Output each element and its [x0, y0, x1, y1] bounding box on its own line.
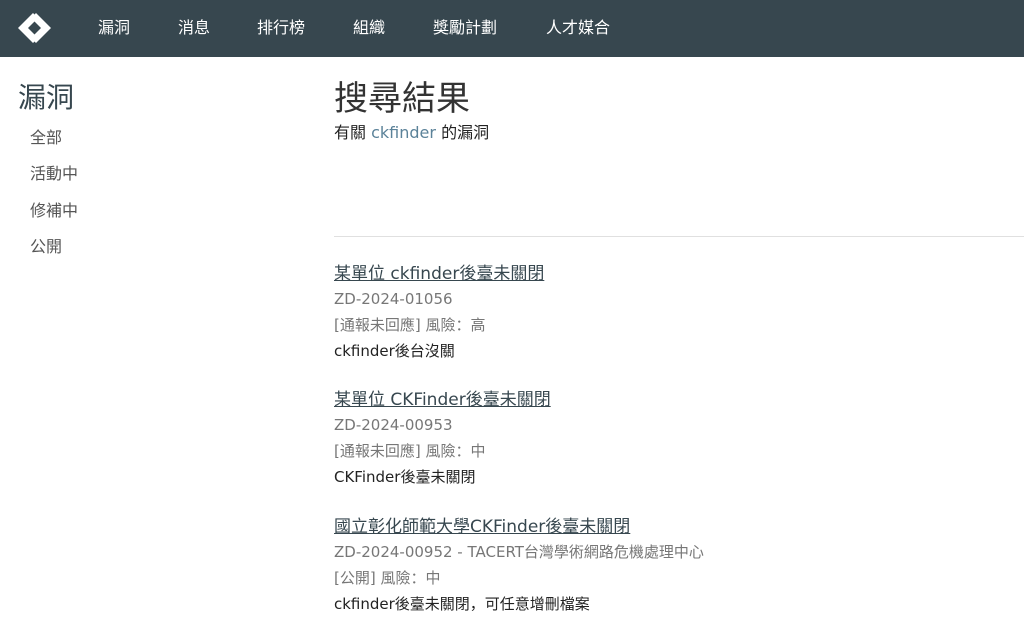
search-keyword: ckfinder: [371, 123, 436, 142]
subtitle-prefix: 有關: [334, 123, 367, 142]
sidebar-link-all[interactable]: 全部: [30, 127, 62, 149]
sidebar-title: 漏洞: [18, 81, 75, 114]
subtitle-suffix: 的漏洞: [441, 123, 490, 142]
result-description: ckfinder後台沒關: [334, 342, 455, 360]
result-id: ZD-2024-00952 - TACERT台灣學術網路危機處理中心: [334, 543, 704, 561]
result-id: ZD-2024-01056: [334, 290, 453, 308]
result-description: ckfinder後臺未關閉，可任意增刪檔案: [334, 595, 590, 613]
sidebar-link-active[interactable]: 活動中: [30, 163, 78, 185]
search-subtitle: 有關 ckfinder 的漏洞: [334, 122, 489, 144]
result-item: 某單位 CKFinder後臺未關閉 ZD-2024-00953 [通報未回應] …: [334, 389, 1014, 487]
result-description: CKFinder後臺未關閉: [334, 468, 476, 486]
nav-item-vulnerabilities[interactable]: 漏洞: [98, 0, 130, 57]
diamond-arrow-logo-icon[interactable]: [15, 6, 59, 50]
result-status: [通報未回應] 風險：高: [334, 316, 486, 334]
result-item: 某單位 ckfinder後臺未關閉 ZD-2024-01056 [通報未回應] …: [334, 263, 1014, 361]
sidebar-link-public[interactable]: 公開: [30, 236, 62, 258]
page-title: 搜尋結果: [334, 79, 470, 119]
nav-item-talent-matching[interactable]: 人才媒合: [546, 0, 610, 57]
top-navbar: 漏洞 消息 排行榜 組織 獎勵計劃 人才媒合: [0, 0, 1024, 57]
nav-item-bounty-program[interactable]: 獎勵計劃: [433, 0, 497, 57]
result-id: ZD-2024-00953: [334, 416, 453, 434]
result-status: [通報未回應] 風險：中: [334, 442, 486, 460]
result-item: 國立彰化師範大學CKFinder後臺未關閉 ZD-2024-00952 - TA…: [334, 516, 1014, 614]
result-title-link[interactable]: 某單位 ckfinder後臺未關閉: [334, 263, 1014, 285]
result-status: [公開] 風險：中: [334, 569, 441, 587]
result-title-link[interactable]: 某單位 CKFinder後臺未關閉: [334, 389, 1014, 411]
nav-item-news[interactable]: 消息: [178, 0, 210, 57]
nav-item-leaderboard[interactable]: 排行榜: [257, 0, 305, 57]
divider: [334, 236, 1024, 237]
nav-item-organizations[interactable]: 組織: [353, 0, 385, 57]
sidebar-link-patching[interactable]: 修補中: [30, 200, 78, 222]
result-title-link[interactable]: 國立彰化師範大學CKFinder後臺未關閉: [334, 516, 1014, 538]
